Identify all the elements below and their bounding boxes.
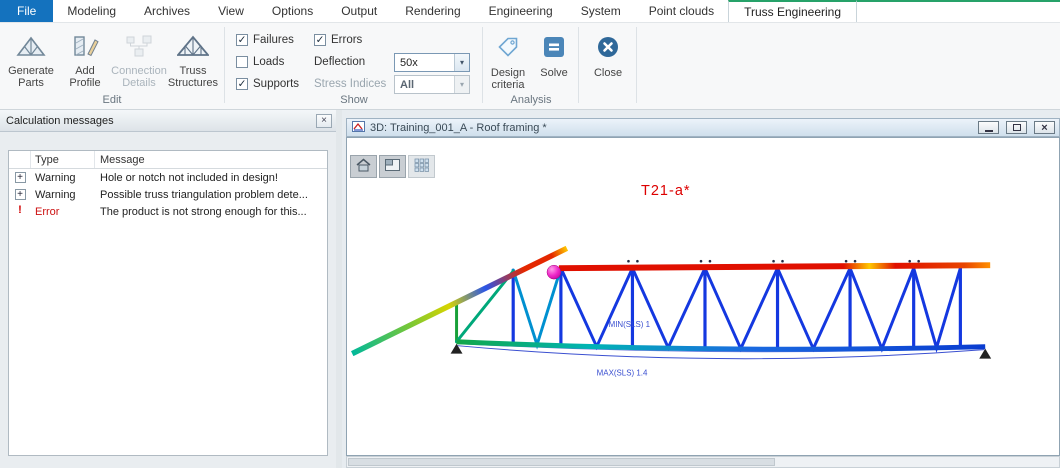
expand-icon[interactable]: + — [15, 172, 26, 183]
max-sls-label: MAX(SLS) 1.4 — [597, 369, 648, 378]
menu-item-modeling[interactable]: Modeling — [53, 0, 130, 22]
home-view-button[interactable] — [350, 155, 377, 178]
message-type: Error — [31, 206, 95, 218]
min-sls-label: MIN(SLS) 1 — [609, 320, 651, 329]
add-profile-button[interactable]: Add Profile — [58, 27, 112, 97]
home-view-icon — [355, 157, 372, 176]
ribbon-divider — [578, 27, 579, 103]
ribbon: Generate Parts Add Profile — [0, 23, 1060, 110]
deflection-select[interactable]: 50x ▾ — [394, 53, 470, 72]
panel-title: Calculation messages — [6, 115, 316, 127]
expander-column-header — [9, 151, 31, 168]
table-row[interactable]: + Warning Possible truss triangulation p… — [9, 186, 327, 203]
maximize-button[interactable] — [1006, 121, 1027, 134]
message-type: Warning — [31, 189, 95, 201]
group-label-show: Show — [226, 94, 482, 106]
view-window-icon — [352, 121, 365, 135]
ribbon-divider — [224, 27, 225, 103]
menu-item-system[interactable]: System — [567, 0, 635, 22]
dropdown-arrow-icon[interactable]: ▾ — [454, 54, 469, 71]
connection-icon — [124, 34, 154, 61]
viewport-title: 3D: Training_001_A - Roof framing * — [370, 122, 971, 134]
stress-indices-label: Stress Indices — [314, 78, 386, 90]
tab-truss-engineering[interactable]: Truss Engineering — [728, 0, 857, 22]
loads-checkbox[interactable]: Loads — [236, 54, 284, 69]
ribbon-divider — [482, 27, 483, 103]
errors-checkbox[interactable]: Errors — [314, 32, 362, 47]
menu-item-options[interactable]: Options — [258, 0, 327, 22]
truss-structures-button[interactable]: Truss Structures — [166, 27, 220, 97]
messages-table: Type Message + Warning Hole or notch not… — [8, 150, 328, 456]
menu-item-view[interactable]: View — [204, 0, 258, 22]
table-header-row: Type Message — [9, 151, 327, 169]
close-ribbon-button[interactable]: Close — [584, 27, 632, 97]
menu-item-rendering[interactable]: Rendering — [391, 0, 474, 22]
deflection-label: Deflection — [314, 56, 365, 68]
expand-icon[interactable]: + — [15, 189, 26, 200]
application-window: File Modeling Archives View Options Outp… — [0, 0, 1060, 468]
viewport-titlebar[interactable]: 3D: Training_001_A - Roof framing * × — [346, 118, 1060, 137]
close-circle-icon — [595, 34, 621, 63]
close-window-button[interactable]: × — [1034, 121, 1055, 134]
group-label-analysis: Analysis — [484, 94, 578, 106]
message-type: Warning — [31, 172, 95, 184]
checkbox-icon[interactable] — [236, 56, 248, 68]
truss-name-label: T21-a* — [641, 183, 691, 199]
table-row[interactable]: + Warning Hole or notch not included in … — [9, 169, 327, 186]
message-text: The product is not strong enough for thi… — [95, 206, 327, 218]
viewport-window: 3D: Training_001_A - Roof framing * × — [342, 110, 1060, 468]
truss-structure-icon — [177, 34, 209, 61]
type-column-header[interactable]: Type — [31, 151, 95, 168]
viewport-canvas[interactable]: MIN(SLS) 1 MAX(SLS) 1.4 — [346, 137, 1060, 456]
generate-parts-button[interactable]: Generate Parts — [4, 27, 58, 97]
menu-item-output[interactable]: Output — [327, 0, 391, 22]
message-text: Possible truss triangulation problem det… — [95, 189, 327, 201]
stress-indices-select[interactable]: All ▾ — [394, 75, 470, 94]
tag-icon — [495, 34, 521, 63]
menu-bar: File Modeling Archives View Options Outp… — [0, 0, 1060, 23]
checkbox-icon[interactable] — [314, 34, 326, 46]
ribbon-divider — [636, 27, 637, 103]
ribbon-group-show: Failures Loads Supports Errors Deflectio… — [226, 23, 482, 109]
menu-file-tab[interactable]: File — [0, 0, 53, 22]
panel-close-button[interactable]: × — [316, 114, 332, 128]
message-column-header[interactable]: Message — [95, 151, 327, 168]
menu-item-archives[interactable]: Archives — [130, 0, 204, 22]
design-criteria-button[interactable]: Design criteria — [485, 27, 531, 97]
dropdown-arrow-icon: ▾ — [454, 76, 469, 93]
calculation-messages-panel: Calculation messages × Type Message + Wa… — [0, 110, 336, 468]
menu-spacer — [857, 0, 1060, 22]
error-exclamation-icon: ! — [15, 206, 26, 217]
supports-checkbox[interactable]: Supports — [236, 76, 299, 91]
content-area: Calculation messages × Type Message + Wa… — [0, 110, 1060, 468]
grid-view-icon — [414, 158, 430, 175]
grid-view-button[interactable] — [408, 155, 435, 178]
checkbox-icon[interactable] — [236, 34, 248, 46]
ribbon-group-edit: Generate Parts Add Profile — [0, 23, 224, 109]
group-label-edit: Edit — [0, 94, 224, 106]
checkbox-icon[interactable] — [236, 78, 248, 90]
truss-icon — [16, 34, 46, 61]
failures-checkbox[interactable]: Failures — [236, 32, 294, 47]
solve-button[interactable]: Solve — [532, 27, 576, 97]
table-row[interactable]: ! Error The product is not strong enough… — [9, 203, 327, 220]
profile-icon — [70, 34, 100, 61]
minimize-button[interactable] — [978, 121, 999, 134]
plan-view-icon — [384, 158, 401, 175]
plan-view-button[interactable] — [379, 155, 406, 178]
horizontal-scrollbar[interactable] — [346, 456, 1060, 468]
menu-item-point-clouds[interactable]: Point clouds — [635, 0, 728, 22]
scrollbar-thumb[interactable] — [348, 458, 775, 466]
equals-icon — [541, 34, 567, 63]
panel-header: Calculation messages × — [0, 110, 336, 132]
ribbon-group-analysis: Design criteria Solve Analysis — [484, 23, 578, 109]
connection-details-button[interactable]: Connection Details — [112, 27, 166, 97]
canvas-toolbar — [350, 155, 435, 178]
truss-3d-render[interactable]: MIN(SLS) 1 MAX(SLS) 1.4 — [347, 138, 1059, 455]
menu-item-engineering[interactable]: Engineering — [475, 0, 567, 22]
message-text: Hole or notch not included in design! — [95, 172, 327, 184]
